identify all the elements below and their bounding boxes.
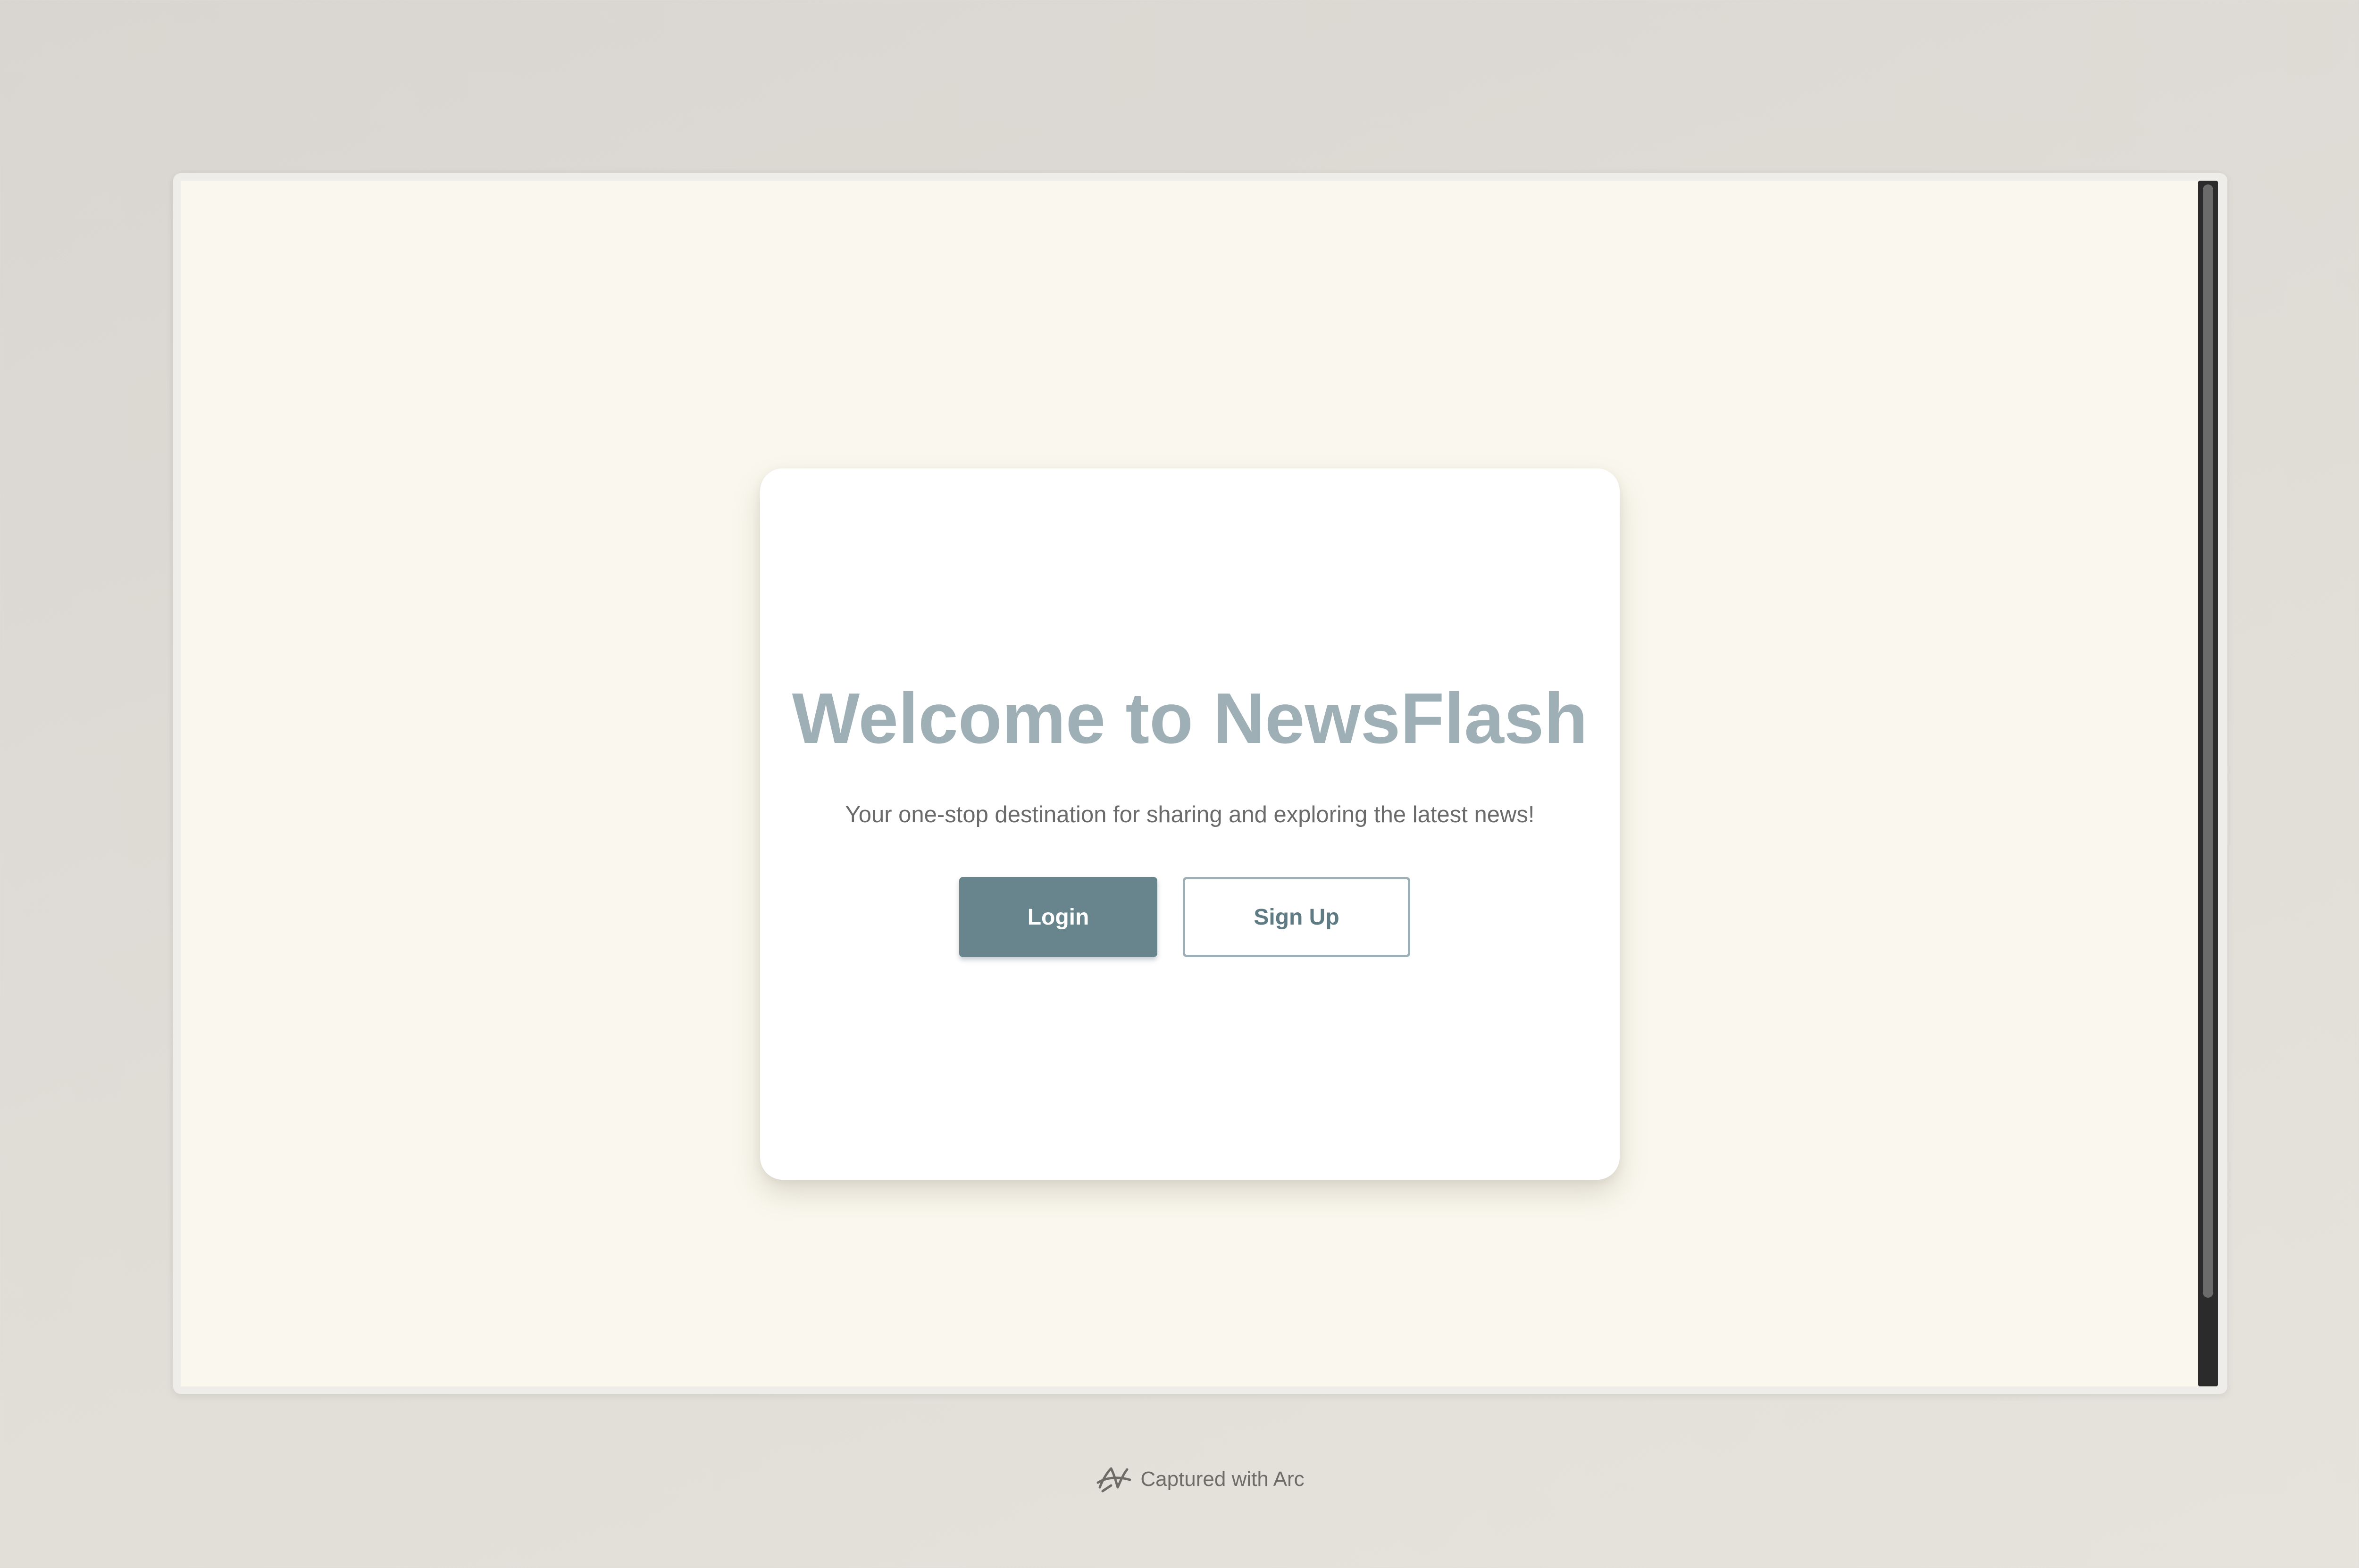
login-button[interactable]: Login [959,877,1157,957]
arc-logo-icon [1096,1467,1131,1493]
capture-label: Captured with Arc [1140,1468,1305,1491]
browser-window: Welcome to NewsFlash Your one-stop desti… [173,173,2227,1394]
page-title: Welcome to NewsFlash [792,678,1588,759]
scrollbar-thumb[interactable] [2203,184,2213,1298]
vertical-scrollbar[interactable] [2198,181,2218,1386]
sign-up-button[interactable]: Sign Up [1183,877,1410,957]
capture-footer: Captured with Arc [0,1460,2359,1498]
welcome-card: Welcome to NewsFlash Your one-stop desti… [760,468,1620,1180]
page-subtitle: Your one-stop destination for sharing an… [845,802,1535,827]
page-viewport: Welcome to NewsFlash Your one-stop desti… [181,181,2198,1386]
